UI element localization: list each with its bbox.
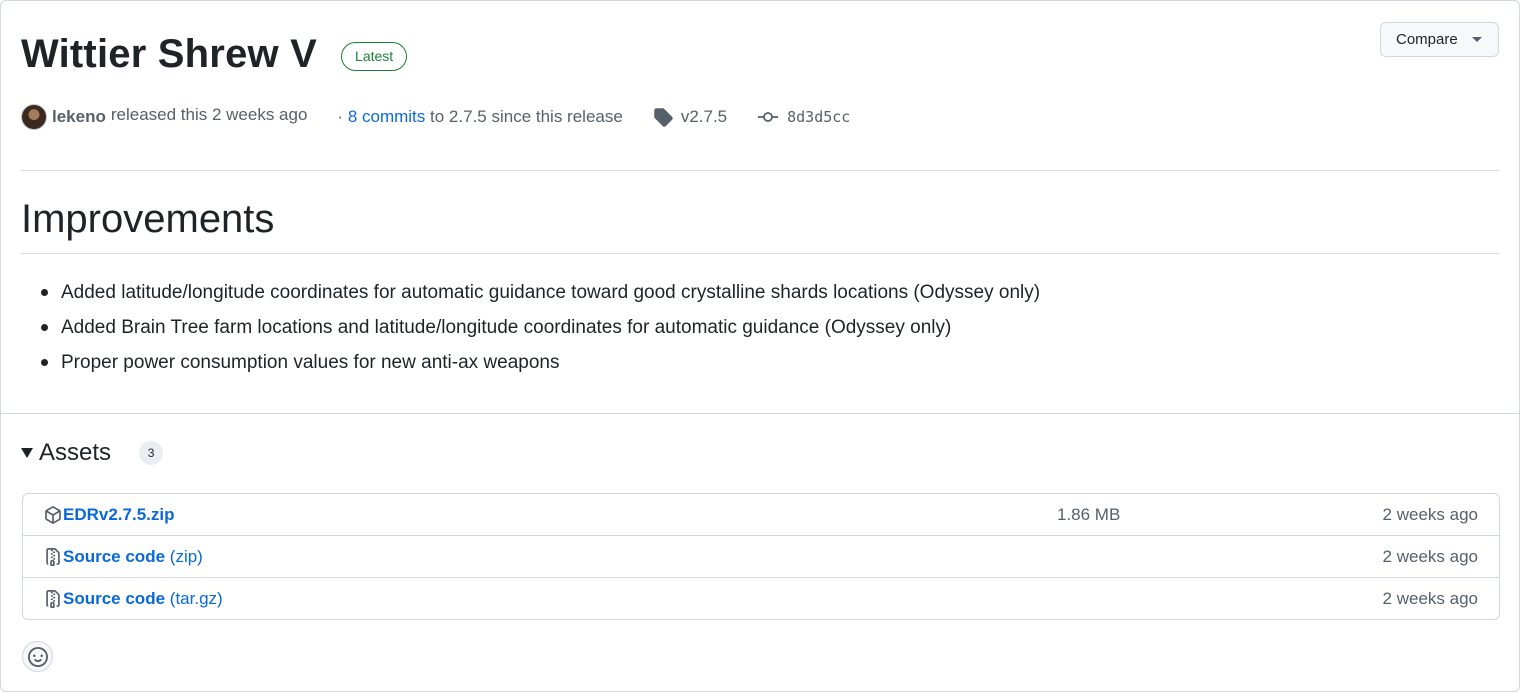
release-meta: lekeno released this 2 weeks ago · 8 com… <box>21 103 850 131</box>
release-title-row: Wittier Shrew V Latest <box>21 31 408 77</box>
assets-toggle[interactable]: Assets 3 <box>21 439 164 467</box>
smiley-icon <box>27 646 48 667</box>
asset-date: 2 weeks ago <box>1382 505 1478 524</box>
commits-separator: · <box>337 107 344 126</box>
commits-info: · 8 commits to 2.7.5 since this release <box>337 107 622 127</box>
commit-sha: 8d3d5cc <box>787 108 851 126</box>
commit-link[interactable]: 8d3d5cc <box>757 108 850 126</box>
git-commit-icon <box>758 112 779 122</box>
compare-button-label: Compare <box>1396 31 1458 48</box>
released-text: released this 2 weeks ago <box>110 105 308 124</box>
asset-size: 1.86 MB <box>1057 505 1121 524</box>
section-divider <box>1 413 1519 414</box>
release-title[interactable]: Wittier Shrew V <box>21 31 317 77</box>
asset-row: EDRv2.7.5.zip 1.86 MB 2 weeks ago <box>23 494 1499 536</box>
asset-link[interactable]: Source code (zip) <box>63 547 203 567</box>
asset-date: 2 weeks ago <box>1382 589 1478 608</box>
list-item: Proper power consumption values for new … <box>41 345 1040 380</box>
asset-name: Source code <box>63 589 166 608</box>
assets-list: EDRv2.7.5.zip 1.86 MB 2 weeks ago Source… <box>22 493 1500 620</box>
file-zip-icon <box>46 548 60 566</box>
file-zip-icon <box>46 590 60 608</box>
package-icon <box>45 506 61 524</box>
list-item: Added latitude/longitude coordinates for… <box>41 275 1040 310</box>
asset-format: (zip) <box>169 547 203 566</box>
author-link[interactable]: lekeno <box>52 107 106 127</box>
release-card: Wittier Shrew V Latest Compare lekeno re… <box>0 0 1520 692</box>
asset-name: Source code <box>63 547 166 566</box>
assets-count-badge: 3 <box>139 441 164 465</box>
asset-row: Source code (tar.gz) 2 weeks ago <box>23 578 1499 619</box>
release-notes-list: Added latitude/longitude coordinates for… <box>41 275 1040 380</box>
notes-heading: Improvements <box>21 197 275 241</box>
tag-icon <box>654 108 673 127</box>
latest-badge: Latest <box>341 41 408 71</box>
commits-suffix: to 2.7.5 since this release <box>430 107 623 126</box>
commits-link[interactable]: 8 commits <box>348 107 425 126</box>
divider <box>21 170 1499 171</box>
asset-link[interactable]: Source code (tar.gz) <box>63 589 223 609</box>
add-reaction-button[interactable] <box>22 641 53 672</box>
asset-row: Source code (zip) 2 weeks ago <box>23 536 1499 578</box>
tag-link[interactable]: v2.7.5 <box>653 107 727 127</box>
asset-name: EDRv2.7.5.zip <box>63 505 175 524</box>
asset-link[interactable]: EDRv2.7.5.zip <box>63 505 175 525</box>
list-item: Added Brain Tree farm locations and lati… <box>41 310 1040 345</box>
assets-title: Assets <box>39 439 112 466</box>
asset-format: (tar.gz) <box>169 589 223 608</box>
triangle-down-icon <box>21 448 33 458</box>
compare-button[interactable]: Compare <box>1380 22 1499 57</box>
chevron-down-icon <box>1471 37 1482 42</box>
asset-date: 2 weeks ago <box>1382 547 1478 566</box>
tag-label: v2.7.5 <box>680 107 728 126</box>
heading-divider <box>21 253 1499 254</box>
avatar[interactable] <box>21 104 47 130</box>
